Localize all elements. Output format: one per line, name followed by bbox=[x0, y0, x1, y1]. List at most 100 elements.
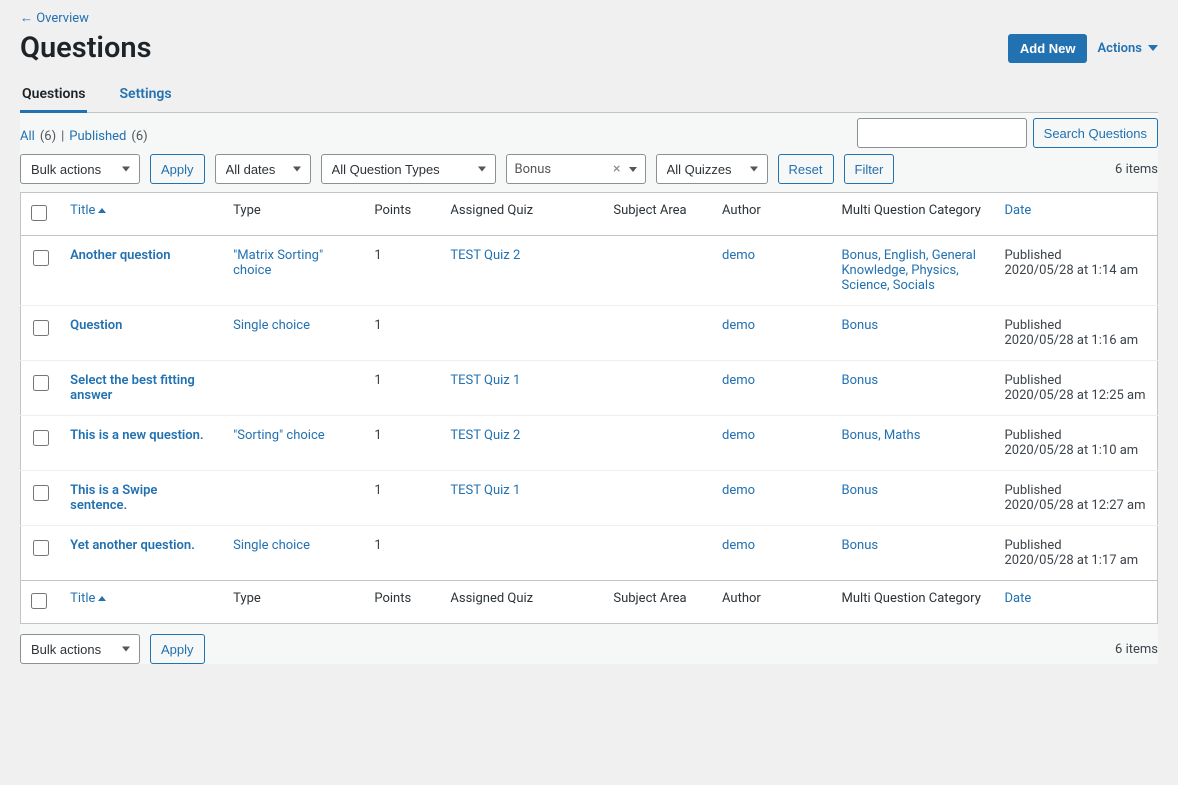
question-title-link[interactable]: Yet another question. bbox=[70, 538, 195, 553]
author-link[interactable]: demo bbox=[722, 248, 755, 263]
table-row: This is a Swipe sentence.1TEST Quiz 1dem… bbox=[21, 471, 1158, 526]
col-author-header[interactable]: Author bbox=[712, 193, 832, 236]
assigned-quiz-link[interactable]: TEST Quiz 1 bbox=[450, 483, 520, 498]
header-actions: Add New Actions bbox=[1008, 34, 1158, 63]
apply-button-bottom[interactable]: Apply bbox=[150, 634, 205, 664]
col-assigned-quiz-header[interactable]: Assigned Quiz bbox=[440, 193, 603, 236]
question-type-link[interactable]: Single choice bbox=[233, 538, 310, 553]
assigned-quiz-link[interactable]: TEST Quiz 1 bbox=[450, 373, 520, 388]
actions-dropdown-label: Actions bbox=[1097, 41, 1142, 56]
date-cell: Published2020/05/28 at 1:17 am bbox=[994, 526, 1157, 581]
reset-button[interactable]: Reset bbox=[778, 154, 834, 184]
multi-category-link[interactable]: Bonus bbox=[842, 538, 879, 553]
separator: | bbox=[61, 129, 64, 144]
back-to-overview-link[interactable]: ← Overview bbox=[20, 11, 89, 26]
table-row: Select the best fitting answer 1 TEST Quiz… bbox=[21, 361, 1158, 416]
filters-toolbar: Bulk actions Apply All dates All Questio… bbox=[20, 154, 1158, 184]
table-row: Another question"Matrix Sorting" choice1… bbox=[21, 236, 1158, 306]
points-cell: 1 bbox=[364, 361, 440, 416]
col-date-header[interactable]: Date bbox=[994, 193, 1157, 236]
multi-category-link[interactable]: Bonus, English, General Knowledge, Physi… bbox=[842, 248, 976, 293]
select-all-checkbox-top[interactable] bbox=[31, 205, 47, 221]
tab-questions[interactable]: Questions bbox=[20, 78, 87, 113]
col-date-footer[interactable]: Date bbox=[994, 581, 1157, 624]
row-checkbox[interactable] bbox=[33, 485, 49, 501]
question-type-link[interactable]: "Matrix Sorting" choice bbox=[233, 248, 323, 278]
col-author-footer[interactable]: Author bbox=[712, 581, 832, 624]
question-title-link[interactable]: Question bbox=[70, 318, 122, 333]
author-link[interactable]: demo bbox=[722, 373, 755, 388]
col-subject-area-header[interactable]: Subject Area bbox=[603, 193, 712, 236]
multi-category-link[interactable]: Bonus, Maths bbox=[842, 428, 921, 443]
row-checkbox[interactable] bbox=[33, 320, 49, 336]
bulk-actions-select-bottom[interactable]: Bulk actions bbox=[20, 634, 140, 664]
question-types-select[interactable]: All Question Types bbox=[321, 154, 496, 184]
table-row: This is a new question."Sorting" choice1… bbox=[21, 416, 1158, 471]
assigned-quiz-link[interactable]: TEST Quiz 2 bbox=[450, 248, 520, 263]
sort-asc-icon bbox=[98, 208, 106, 213]
tab-settings[interactable]: Settings bbox=[117, 78, 173, 113]
filter-all-link[interactable]: All bbox=[20, 129, 35, 144]
clear-category-icon[interactable]: × bbox=[613, 161, 620, 177]
question-title-link[interactable]: Another question bbox=[70, 248, 170, 263]
question-types-select-wrap: All Question Types bbox=[321, 154, 496, 184]
row-checkbox[interactable] bbox=[33, 540, 49, 556]
bulk-actions-select-wrap: Bulk actions bbox=[20, 154, 140, 184]
page-header: Questions Add New Actions bbox=[20, 31, 1158, 65]
select-all-checkbox-bottom[interactable] bbox=[31, 593, 47, 609]
questions-table: Title Type Points Assigned Quiz Subject … bbox=[20, 192, 1158, 624]
col-assigned-quiz-footer[interactable]: Assigned Quiz bbox=[440, 581, 603, 624]
col-points-header[interactable]: Points bbox=[364, 193, 440, 236]
table-header: Title Type Points Assigned Quiz Subject … bbox=[21, 193, 1158, 236]
category-select-value: Bonus bbox=[515, 162, 552, 177]
search-button[interactable]: Search Questions bbox=[1033, 118, 1158, 148]
add-new-button[interactable]: Add New bbox=[1008, 34, 1088, 63]
date-cell: Published2020/05/28 at 1:14 am bbox=[994, 236, 1157, 306]
apply-button-top[interactable]: Apply bbox=[150, 154, 205, 184]
actions-dropdown[interactable]: Actions bbox=[1097, 41, 1158, 56]
col-points-footer[interactable]: Points bbox=[364, 581, 440, 624]
row-checkbox[interactable] bbox=[33, 250, 49, 266]
question-title-link[interactable]: This is a new question. bbox=[70, 428, 203, 443]
table-body: Another question "Matrix Sorting" choice 1… bbox=[21, 236, 1158, 581]
col-type-footer[interactable]: Type bbox=[223, 581, 364, 624]
col-multi-category-footer[interactable]: Multi Question Category bbox=[832, 581, 995, 624]
chevron-down-icon bbox=[1148, 45, 1158, 51]
question-type-link[interactable]: Single choice bbox=[233, 318, 310, 333]
subject-area-cell bbox=[603, 236, 712, 306]
points-cell: 1 bbox=[364, 526, 440, 581]
col-type-header[interactable]: Type bbox=[223, 193, 364, 236]
search-input[interactable] bbox=[857, 118, 1027, 148]
filter-all-count: (6) bbox=[40, 129, 56, 144]
filter-button[interactable]: Filter bbox=[844, 154, 895, 184]
col-title-header[interactable]: Title bbox=[60, 193, 223, 236]
col-multi-category-header[interactable]: Multi Question Category bbox=[832, 193, 995, 236]
author-link[interactable]: demo bbox=[722, 318, 755, 333]
multi-category-link[interactable]: Bonus bbox=[842, 318, 879, 333]
quizzes-select-wrap: All Quizzes bbox=[656, 154, 768, 184]
author-link[interactable]: demo bbox=[722, 483, 755, 498]
row-checkbox[interactable] bbox=[33, 375, 49, 391]
date-cell: Published2020/05/28 at 12:25 am bbox=[994, 361, 1157, 416]
author-link[interactable]: demo bbox=[722, 428, 755, 443]
author-link[interactable]: demo bbox=[722, 538, 755, 553]
question-type-link[interactable]: "Sorting" choice bbox=[233, 428, 325, 443]
assigned-quiz-link[interactable]: TEST Quiz 2 bbox=[450, 428, 520, 443]
col-title-footer[interactable]: Title bbox=[60, 581, 223, 624]
question-title-link[interactable]: Select the best fitting answer bbox=[70, 373, 195, 403]
quizzes-select[interactable]: All Quizzes bbox=[656, 154, 768, 184]
filter-published-count: (6) bbox=[131, 129, 147, 144]
table-footer: Title Type Points Assigned Quiz Subject … bbox=[21, 581, 1158, 624]
multi-category-link[interactable]: Bonus bbox=[842, 483, 879, 498]
bulk-actions-select[interactable]: Bulk actions bbox=[20, 154, 140, 184]
category-select[interactable]: Bonus × bbox=[506, 154, 646, 184]
chevron-down-icon bbox=[629, 167, 637, 172]
bottom-toolbar: Bulk actions Apply 6 items bbox=[20, 634, 1158, 664]
multi-category-link[interactable]: Bonus bbox=[842, 373, 879, 388]
dates-select[interactable]: All dates bbox=[215, 154, 311, 184]
search-row: Search Questions bbox=[20, 118, 1158, 148]
question-title-link[interactable]: This is a Swipe sentence. bbox=[70, 483, 157, 513]
filter-published-link[interactable]: Published bbox=[69, 129, 126, 144]
col-subject-area-footer[interactable]: Subject Area bbox=[603, 581, 712, 624]
row-checkbox[interactable] bbox=[33, 430, 49, 446]
